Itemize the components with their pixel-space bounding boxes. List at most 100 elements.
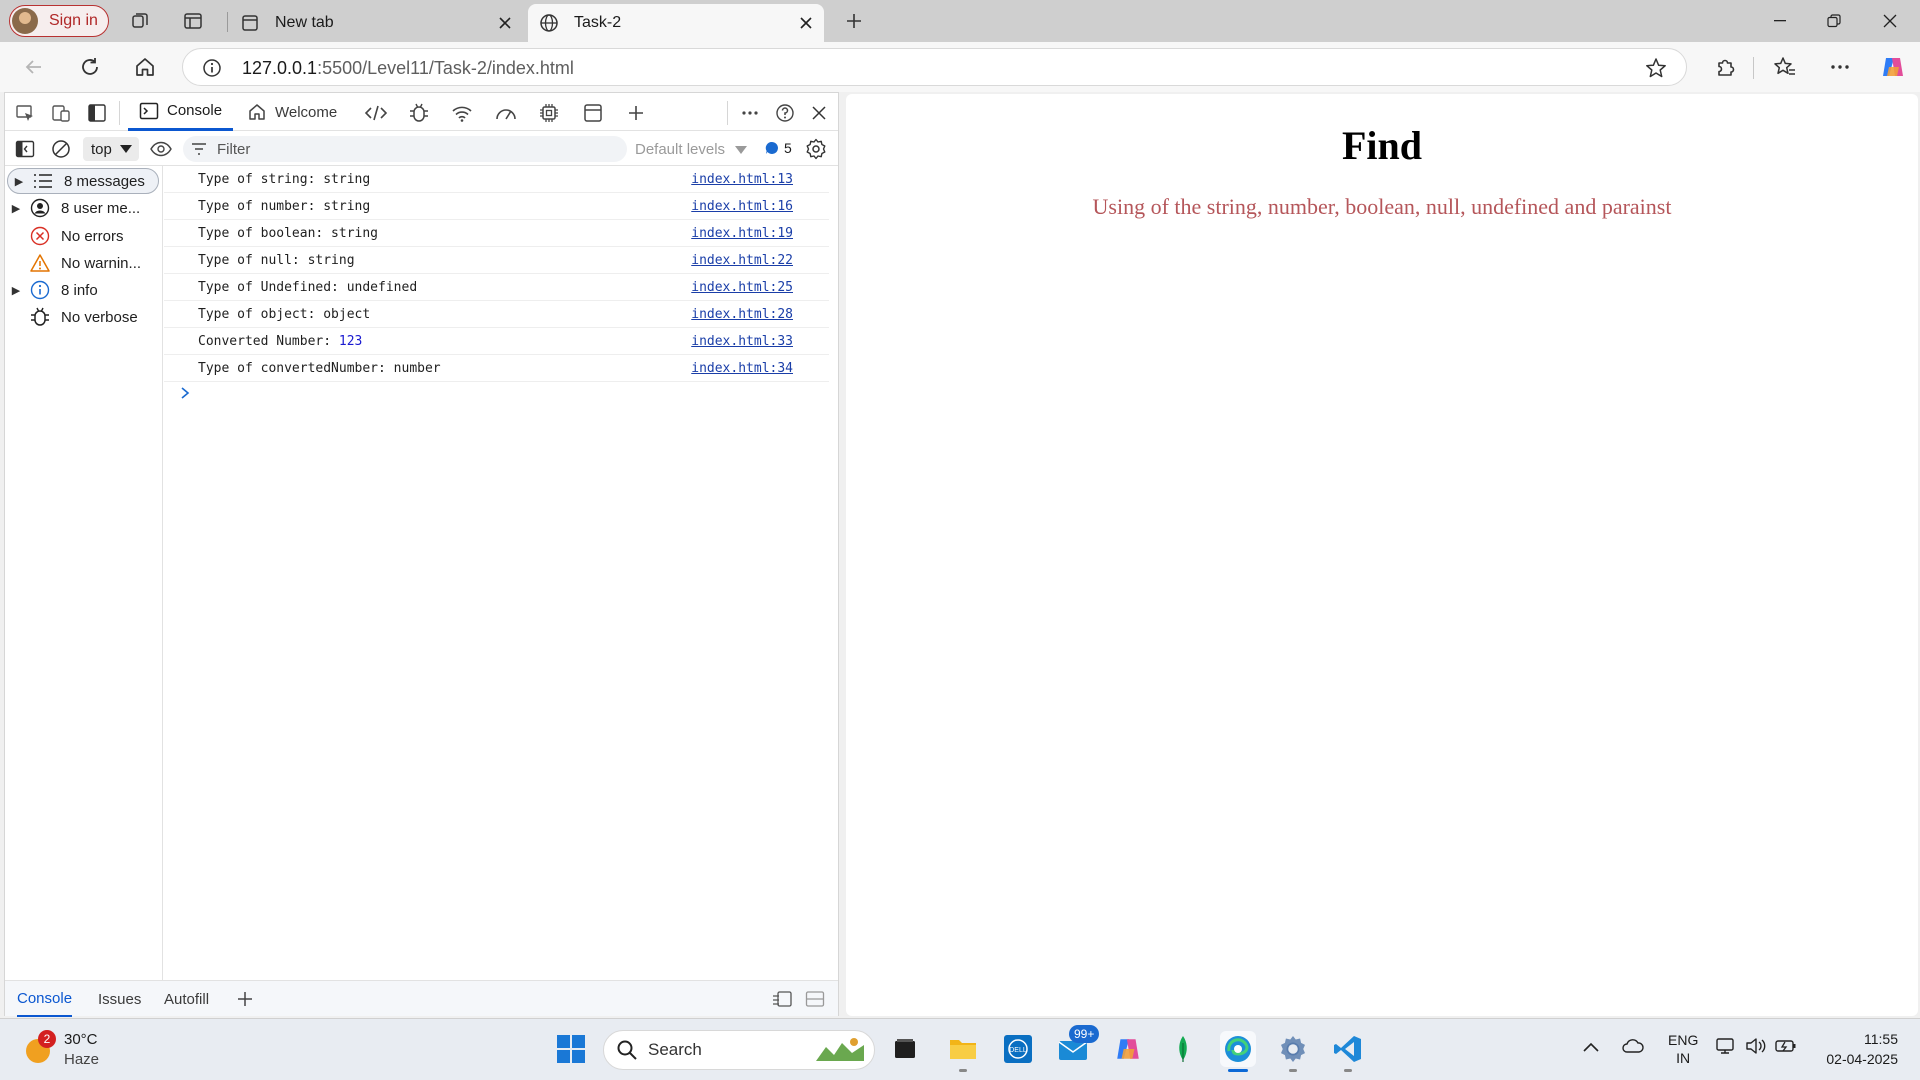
- edge-browser-icon[interactable]: [1220, 1031, 1256, 1072]
- console-message-text: Type of null: string: [198, 252, 355, 268]
- drawer-tab-label: Console: [17, 989, 73, 1007]
- mail-icon[interactable]: 99+: [1055, 1025, 1100, 1067]
- system-clock[interactable]: 11:55 02-04-2025: [1818, 1029, 1898, 1069]
- sign-in-button[interactable]: Sign in: [9, 5, 109, 37]
- dock-drawer-icon[interactable]: [771, 981, 793, 1017]
- home-icon: [249, 104, 265, 120]
- message-label: Converted Number:: [198, 333, 339, 349]
- address-bar[interactable]: 127.0.0.1:5500/Level11/Task-2/index.html: [182, 48, 1687, 86]
- sidebar-item-label: No verbose: [61, 308, 138, 326]
- expand-triangle-icon[interactable]: ▶: [5, 202, 27, 215]
- filter-input[interactable]: Filter: [183, 136, 627, 162]
- extensions-puzzle-icon[interactable]: [1711, 53, 1739, 81]
- sidebar-item-warnings[interactable]: No warnin...: [5, 250, 160, 276]
- drawer-tab-label: Autofill: [164, 990, 210, 1008]
- favorites-icon[interactable]: [1771, 53, 1799, 81]
- weather-widget[interactable]: 2 30°C Haze: [20, 1029, 110, 1073]
- source-link[interactable]: index.html:13: [691, 172, 793, 187]
- dell-app-icon[interactable]: DELL: [1000, 1031, 1036, 1067]
- source-link[interactable]: index.html:19: [691, 226, 793, 241]
- source-link[interactable]: index.html:34: [691, 361, 793, 376]
- vscode-icon[interactable]: [1330, 1031, 1366, 1072]
- close-tab-icon[interactable]: [796, 13, 816, 33]
- help-icon[interactable]: [773, 101, 797, 125]
- home-icon[interactable]: [131, 53, 159, 81]
- source-link[interactable]: index.html:33: [691, 334, 793, 349]
- tab-actions-icon[interactable]: [181, 9, 205, 33]
- taskbar-search-box[interactable]: Search: [603, 1030, 875, 1070]
- application-panel-icon[interactable]: [581, 101, 605, 125]
- elements-code-icon[interactable]: [364, 101, 388, 125]
- copilot-icon[interactable]: [1879, 53, 1907, 81]
- new-tab-plus-icon[interactable]: [842, 9, 866, 33]
- devtools-divider: [727, 101, 728, 125]
- more-tools-icon[interactable]: [738, 101, 762, 125]
- drawer-tab-issues[interactable]: Issues: [98, 981, 141, 1017]
- drawer-tab-console[interactable]: Console: [17, 981, 73, 1017]
- expand-triangle-icon[interactable]: ▶: [5, 284, 27, 297]
- console-message-text: Type of convertedNumber: number: [198, 360, 441, 376]
- drawer-tab-autofill[interactable]: Autofill: [164, 981, 209, 1017]
- devtools-tab-console[interactable]: Console: [128, 93, 234, 131]
- language-indicator[interactable]: ENG IN: [1668, 1031, 1698, 1067]
- network-icon[interactable]: [1716, 1037, 1738, 1058]
- close-drawer-icon[interactable]: [805, 981, 825, 1017]
- back-arrow-icon[interactable]: [20, 53, 48, 81]
- sidebar-item-label: 8 messages: [64, 172, 145, 190]
- performance-gauge-icon[interactable]: [494, 101, 518, 125]
- restore-icon[interactable]: [1806, 0, 1862, 42]
- sidebar-item-user-messages[interactable]: ▶ 8 user me...: [5, 195, 160, 221]
- minimize-icon[interactable]: [1752, 0, 1808, 42]
- add-panel-plus-icon[interactable]: [624, 101, 648, 125]
- log-levels-dropdown[interactable]: Default levels: [635, 141, 748, 158]
- source-link[interactable]: index.html:28: [691, 307, 793, 322]
- sidebar-item-verbose[interactable]: No verbose: [5, 304, 160, 330]
- context-selector[interactable]: top: [83, 137, 139, 161]
- task-view-icon[interactable]: [887, 1031, 923, 1067]
- copilot-app-icon[interactable]: [1110, 1031, 1146, 1067]
- new-tab-page-icon: [239, 12, 261, 34]
- tab-task-2[interactable]: Task-2: [528, 4, 824, 42]
- devtools-tab-welcome[interactable]: Welcome: [247, 93, 337, 131]
- sidebar-item-info[interactable]: ▶ 8 info: [5, 277, 160, 303]
- workspaces-icon[interactable]: [128, 9, 152, 33]
- windows-start-icon[interactable]: [553, 1031, 589, 1067]
- memory-chip-icon[interactable]: [537, 101, 561, 125]
- network-wifi-icon[interactable]: [450, 101, 474, 125]
- volume-icon[interactable]: [1745, 1037, 1767, 1058]
- live-expression-eye-icon[interactable]: [149, 137, 173, 161]
- filter-placeholder: Filter: [217, 140, 251, 158]
- more-menu-icon[interactable]: [1826, 53, 1854, 81]
- console-sidebar: ▶ 8 messages ▶ 8 user me... No errors No…: [5, 166, 163, 980]
- onedrive-sync-icon[interactable]: [1621, 1037, 1645, 1058]
- close-window-icon[interactable]: [1862, 0, 1918, 42]
- favorite-star-icon[interactable]: [1645, 57, 1667, 79]
- console-prompt-chevron-icon[interactable]: [180, 386, 190, 404]
- sources-bug-icon[interactable]: [407, 101, 431, 125]
- mongodb-leaf-icon[interactable]: [1165, 1031, 1201, 1067]
- file-explorer-icon[interactable]: [945, 1031, 981, 1072]
- sidebar-item-messages[interactable]: ▶ 8 messages: [7, 168, 159, 194]
- clear-console-icon[interactable]: [49, 137, 73, 161]
- close-devtools-icon[interactable]: [807, 101, 831, 125]
- settings-gear-icon[interactable]: [1275, 1031, 1311, 1072]
- refresh-icon[interactable]: [76, 53, 104, 81]
- device-emulation-icon[interactable]: [49, 101, 73, 125]
- close-tab-icon[interactable]: [495, 13, 515, 33]
- dock-side-icon[interactable]: [85, 101, 109, 125]
- expand-triangle-icon[interactable]: ▶: [8, 175, 30, 188]
- issues-counter[interactable]: 5: [765, 140, 792, 156]
- sidebar-item-errors[interactable]: No errors: [5, 223, 160, 249]
- battery-icon[interactable]: [1774, 1037, 1798, 1058]
- console-settings-gear-icon[interactable]: [804, 137, 828, 161]
- source-link[interactable]: index.html:16: [691, 199, 793, 214]
- tab-new-tab[interactable]: New tab: [229, 4, 523, 42]
- source-link[interactable]: index.html:25: [691, 280, 793, 295]
- inspect-element-icon[interactable]: [13, 101, 37, 125]
- site-info-icon[interactable]: [201, 57, 223, 79]
- show-sidebar-icon[interactable]: [13, 137, 37, 161]
- source-link[interactable]: index.html:22: [691, 253, 793, 268]
- sidebar-item-label: 8 info: [61, 281, 98, 299]
- show-hidden-icons-chevron-icon[interactable]: [1583, 1039, 1599, 1055]
- drawer-add-plus-icon[interactable]: [237, 981, 253, 1017]
